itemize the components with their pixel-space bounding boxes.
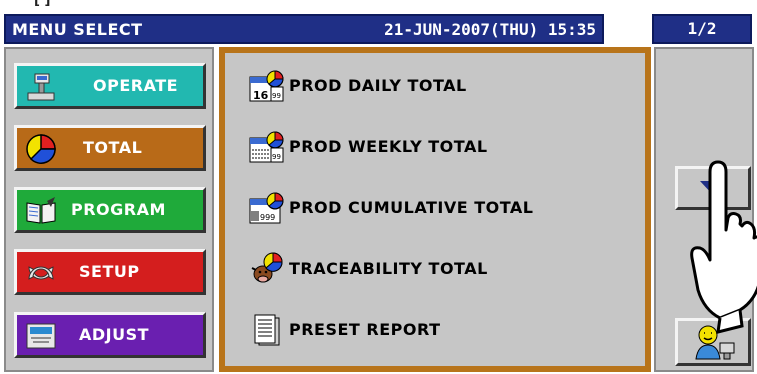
prod-weekly-total-item[interactable]: 99 PROD WEEKLY TOTAL xyxy=(249,128,639,166)
total-button[interactable]: TOTAL xyxy=(14,125,206,171)
header-gap xyxy=(605,14,651,44)
svg-text:999: 999 xyxy=(260,213,275,222)
page-indicator: 1/2 xyxy=(652,14,752,44)
category-menu: OPERATE TOTAL PROGRAM SETUP ADJUST xyxy=(4,47,214,372)
traceability-total-item[interactable]: TRACEABILITY TOTAL xyxy=(249,250,639,288)
pie-chart-icon xyxy=(26,134,56,164)
svg-text:16: 16 xyxy=(253,89,269,102)
setup-button[interactable]: SETUP xyxy=(14,249,206,295)
adjust-button[interactable]: ADJUST xyxy=(14,312,206,358)
prod-daily-total-label: PROD DAILY TOTAL xyxy=(289,76,467,95)
page-number: 1/2 xyxy=(687,19,717,38)
svg-text:99: 99 xyxy=(272,92,281,100)
document-icon xyxy=(254,314,280,346)
page-title: MENU SELECT xyxy=(12,20,143,39)
adjust-scale-icon xyxy=(26,323,56,349)
prod-daily-total-item[interactable]: 16 99 PROD DAILY TOTAL xyxy=(249,67,639,105)
datetime: 21-JUN-2007(THU) 15:35 xyxy=(384,20,596,39)
traceability-total-label: TRACEABILITY TOTAL xyxy=(289,259,488,278)
prod-weekly-total-label: PROD WEEKLY TOTAL xyxy=(289,137,488,156)
scale-icon xyxy=(27,73,55,101)
preset-report-item[interactable]: PRESET REPORT xyxy=(249,311,639,349)
operate-button[interactable]: OPERATE xyxy=(14,63,206,109)
svg-text:99: 99 xyxy=(272,153,281,161)
calendar-pie-icon: 16 99 xyxy=(249,70,284,102)
total-submenu-panel: 16 99 PROD DAILY TOTAL 99 PROD WEEKLY TO… xyxy=(219,47,651,372)
total-label: TOTAL xyxy=(83,138,143,157)
pointing-hand-icon xyxy=(690,160,757,334)
adjust-label: ADJUST xyxy=(79,325,150,344)
top-strip: [ ] xyxy=(0,0,757,14)
book-icon xyxy=(26,197,56,224)
setup-label: SETUP xyxy=(79,262,140,281)
calendar-week-pie-icon: 99 xyxy=(249,131,284,163)
cow-pie-icon xyxy=(251,252,283,283)
header-title-bar: MENU SELECT 21-JUN-2007(THU) 15:35 xyxy=(4,14,604,44)
calendar-cumulative-pie-icon: 999 xyxy=(249,192,284,224)
preset-report-label: PRESET REPORT xyxy=(289,320,441,339)
prod-cumulative-total-label: PROD CUMULATIVE TOTAL xyxy=(289,198,534,217)
operate-label: OPERATE xyxy=(93,76,179,95)
header-bar: MENU SELECT 21-JUN-2007(THU) 15:35 1/2 xyxy=(0,14,757,44)
prod-cumulative-total-item[interactable]: 999 PROD CUMULATIVE TOTAL xyxy=(249,189,639,227)
program-label: PROGRAM xyxy=(71,200,166,219)
wrench-icon xyxy=(28,266,54,280)
program-button[interactable]: PROGRAM xyxy=(14,187,206,233)
